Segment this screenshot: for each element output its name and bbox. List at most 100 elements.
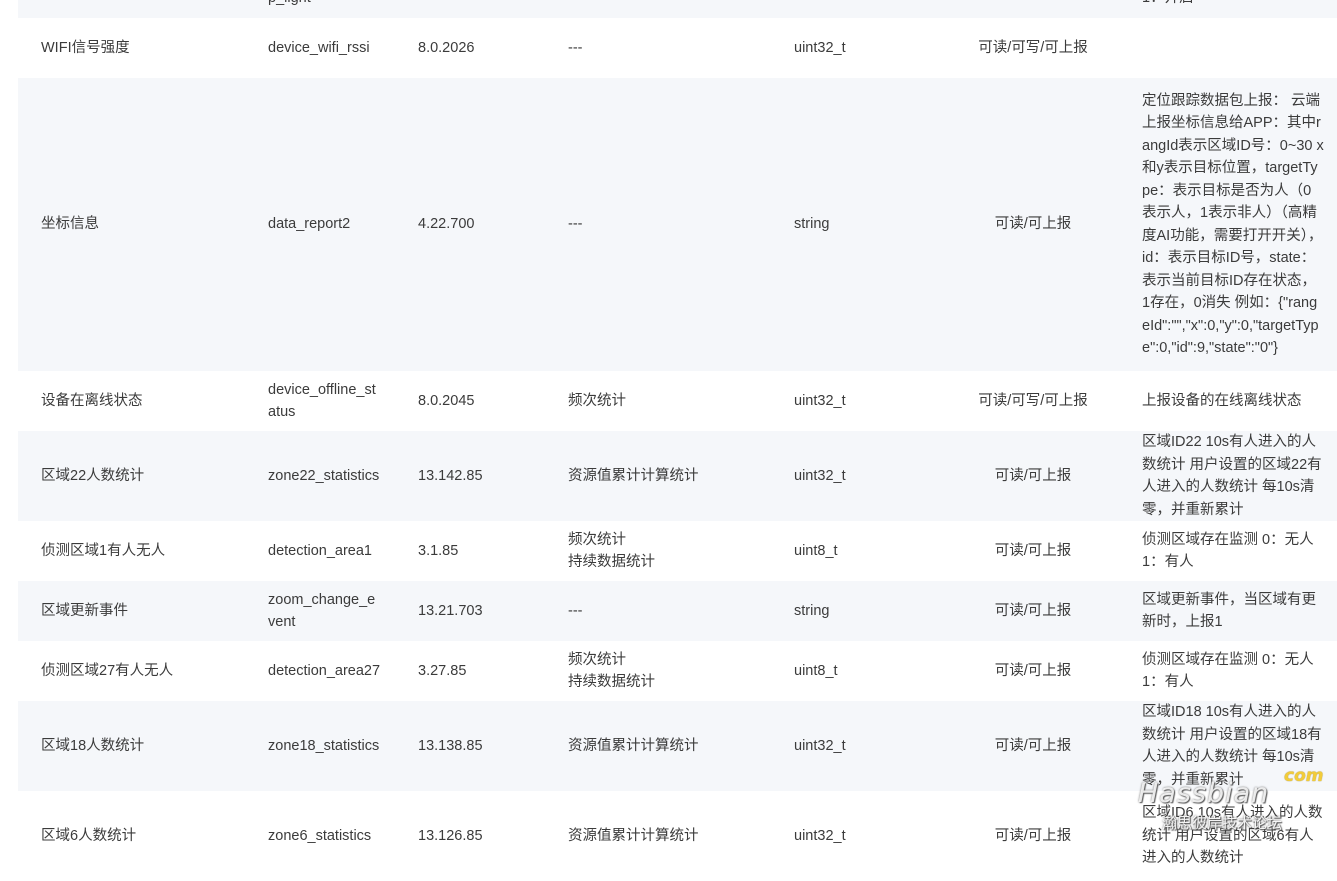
dp-name-text: 区域6人数统计 (41, 827, 137, 844)
dp-name-text: 设备在离线状态 (41, 392, 143, 409)
dp-statistics-item: --- (568, 39, 583, 56)
dp-statistics-item: 资源值累计计算统计 (568, 827, 699, 844)
table-row: 区域更新事件 zoom_change_event 13.21.703 --- strin… (18, 581, 1337, 641)
dp-code-text: detection_area1 (268, 542, 372, 559)
dp-code-text: zone18_statistics (268, 737, 380, 754)
dp-id-text: 13.126.85 (418, 827, 483, 844)
dp-name-text: 区域18人数统计 (41, 737, 145, 754)
dp-id-text: 8.0.2026 (418, 39, 475, 56)
dp-name-cell: 坐标信息 (18, 78, 268, 371)
dp-code-text: p_light (268, 0, 311, 6)
dp-id-cell (418, 0, 568, 18)
dp-id-text: 4.22.700 (418, 216, 475, 233)
dp-code-cell: zoom_change_event (268, 581, 418, 641)
dp-description-text: 区域更新事件，当区域有更新时，上报1 (1142, 591, 1316, 631)
dp-id-text: 3.1.85 (418, 542, 459, 559)
dp-access-cell: 可读/可写/可上报 (924, 371, 1142, 431)
dp-type-text: string (794, 602, 830, 619)
dp-type-text: uint32_t (794, 392, 846, 409)
dp-code-text: detection_area27 (268, 662, 381, 679)
dp-name-text: 侦测区域27有人无人 (41, 662, 174, 679)
dp-id-cell: 13.138.85 (418, 701, 568, 791)
dp-id-text: 13.21.703 (418, 602, 483, 619)
dp-type-cell: string (794, 78, 924, 371)
dp-type-text: uint32_t (794, 737, 846, 754)
dp-code-text: zone6_statistics (268, 827, 372, 844)
dp-access-cell: 可读/可上报 (924, 791, 1142, 881)
dp-statistics-cell: --- (568, 18, 794, 78)
dp-description-cell: 侦测区域存在监测 0：无人 1：有人 (1142, 641, 1337, 701)
dp-type-cell: uint32_t (794, 431, 924, 521)
dp-statistics-item: 持续数据统计 (568, 554, 655, 570)
dp-type-cell: uint8_t (794, 521, 924, 581)
dp-type-cell: uint32_t (794, 18, 924, 78)
dp-id-cell: 8.0.2026 (418, 18, 568, 78)
dp-code-text: zoom_change_event (268, 591, 376, 631)
dp-description-cell (1142, 18, 1337, 78)
dp-access-text: 可读/可上报 (994, 602, 1072, 619)
dp-name-text: 区域22人数统计 (41, 467, 145, 484)
dp-name-cell: 侦测区域27有人无人 (18, 641, 268, 701)
dp-description-text: 侦测区域存在监测 0：无人 1：有人 (1142, 531, 1314, 571)
dp-access-text: 可读/可写/可上报 (978, 392, 1088, 409)
dp-statistics-item: 持续数据统计 (568, 674, 655, 690)
datapoint-table-container: p_light 1：开启 WIFI信号强度 device_wifi_rssi 8.0.2… (18, 0, 1337, 881)
dp-id-cell: 8.0.2045 (418, 371, 568, 431)
dp-access-cell: 可读/可上报 (924, 701, 1142, 791)
dp-description-text: 侦测区域存在监测 0：无人 1：有人 (1142, 651, 1314, 691)
dp-code-text: device_offline_status (268, 381, 376, 421)
dp-name-text: 坐标信息 (41, 216, 99, 233)
table-row: p_light 1：开启 (18, 0, 1337, 18)
dp-statistics-cell: 频次统计 持续数据统计 (568, 521, 794, 581)
table-row: 区域18人数统计 zone18_statistics 13.138.85 资源值累计计… (18, 701, 1337, 791)
table-row: 区域22人数统计 zone22_statistics 13.142.85 资源值累计计… (18, 431, 1337, 521)
dp-description-text: 区域ID22 10s有人进入的人数统计 用户设置的区域22有人进入的人数统计 每… (1142, 434, 1322, 518)
dp-name-cell: 区域18人数统计 (18, 701, 268, 791)
dp-description-text: 上报设备的在线离线状态 (1142, 392, 1302, 409)
dp-type-text: uint8_t (794, 662, 838, 679)
dp-id-text: 3.27.85 (418, 662, 467, 679)
dp-type-text: uint32_t (794, 39, 846, 56)
datapoint-table-body: p_light 1：开启 WIFI信号强度 device_wifi_rssi 8.0.2… (18, 0, 1337, 881)
dp-code-cell: data_report2 (268, 78, 418, 371)
dp-type-cell: uint8_t (794, 641, 924, 701)
dp-id-cell: 3.1.85 (418, 521, 568, 581)
dp-type-cell: string (794, 581, 924, 641)
dp-type-cell: uint32_t (794, 791, 924, 881)
dp-name-cell: WIFI信号强度 (18, 18, 268, 78)
dp-type-text: string (794, 216, 830, 233)
dp-code-text: data_report2 (268, 216, 351, 233)
dp-id-text: 8.0.2045 (418, 392, 475, 409)
dp-code-cell: zone18_statistics (268, 701, 418, 791)
dp-access-text: 可读/可上报 (994, 216, 1072, 233)
dp-name-cell: 区域更新事件 (18, 581, 268, 641)
dp-statistics-cell: 频次统计 (568, 371, 794, 431)
dp-description-text: 区域ID18 10s有人进入的人数统计 用户设置的区域18有人进入的人数统计 每… (1142, 704, 1322, 788)
dp-name-text: WIFI信号强度 (41, 39, 130, 56)
dp-id-cell: 13.21.703 (418, 581, 568, 641)
dp-statistics-item: 资源值累计计算统计 (568, 737, 699, 754)
dp-access-text: 可读/可写/可上报 (978, 39, 1088, 56)
dp-access-cell: 可读/可上报 (924, 431, 1142, 521)
dp-name-cell: 侦测区域1有人无人 (18, 521, 268, 581)
dp-description-text: 定位跟踪数据包上报： 云端上报坐标信息给APP：其中rangId表示区域ID号：… (1142, 92, 1324, 357)
datapoint-table: p_light 1：开启 WIFI信号强度 device_wifi_rssi 8.0.2… (18, 0, 1337, 881)
dp-code-cell: device_offline_status (268, 371, 418, 431)
dp-statistics-cell: 频次统计 持续数据统计 (568, 641, 794, 701)
dp-statistics-item: 频次统计 (568, 392, 626, 409)
dp-access-text: 可读/可上报 (994, 737, 1072, 754)
dp-name-text: 侦测区域1有人无人 (41, 542, 166, 559)
dp-code-text: zone22_statistics (268, 467, 380, 484)
table-row: 设备在离线状态 device_offline_status 8.0.2045 频次统计… (18, 371, 1337, 431)
table-row: 区域6人数统计 zone6_statistics 13.126.85 资源值累计计算统… (18, 791, 1337, 881)
dp-id-cell: 4.22.700 (418, 78, 568, 371)
dp-code-cell: detection_area1 (268, 521, 418, 581)
table-row: 侦测区域27有人无人 detection_area27 3.27.85 频次统计 持续数… (18, 641, 1337, 701)
dp-id-cell: 13.142.85 (418, 431, 568, 521)
dp-statistics-cell: --- (568, 581, 794, 641)
dp-id-text: 13.138.85 (418, 737, 483, 754)
dp-description-cell: 区域ID6 10s有人进入的人数统计 用户设置的区域6有人进入的人数统计 (1142, 791, 1337, 881)
table-row: 坐标信息 data_report2 4.22.700 --- string 可读/可上报 定… (18, 78, 1337, 371)
dp-description-text: 区域ID6 10s有人进入的人数统计 用户设置的区域6有人进入的人数统计 (1142, 805, 1323, 867)
dp-access-text: 可读/可上报 (994, 542, 1072, 559)
